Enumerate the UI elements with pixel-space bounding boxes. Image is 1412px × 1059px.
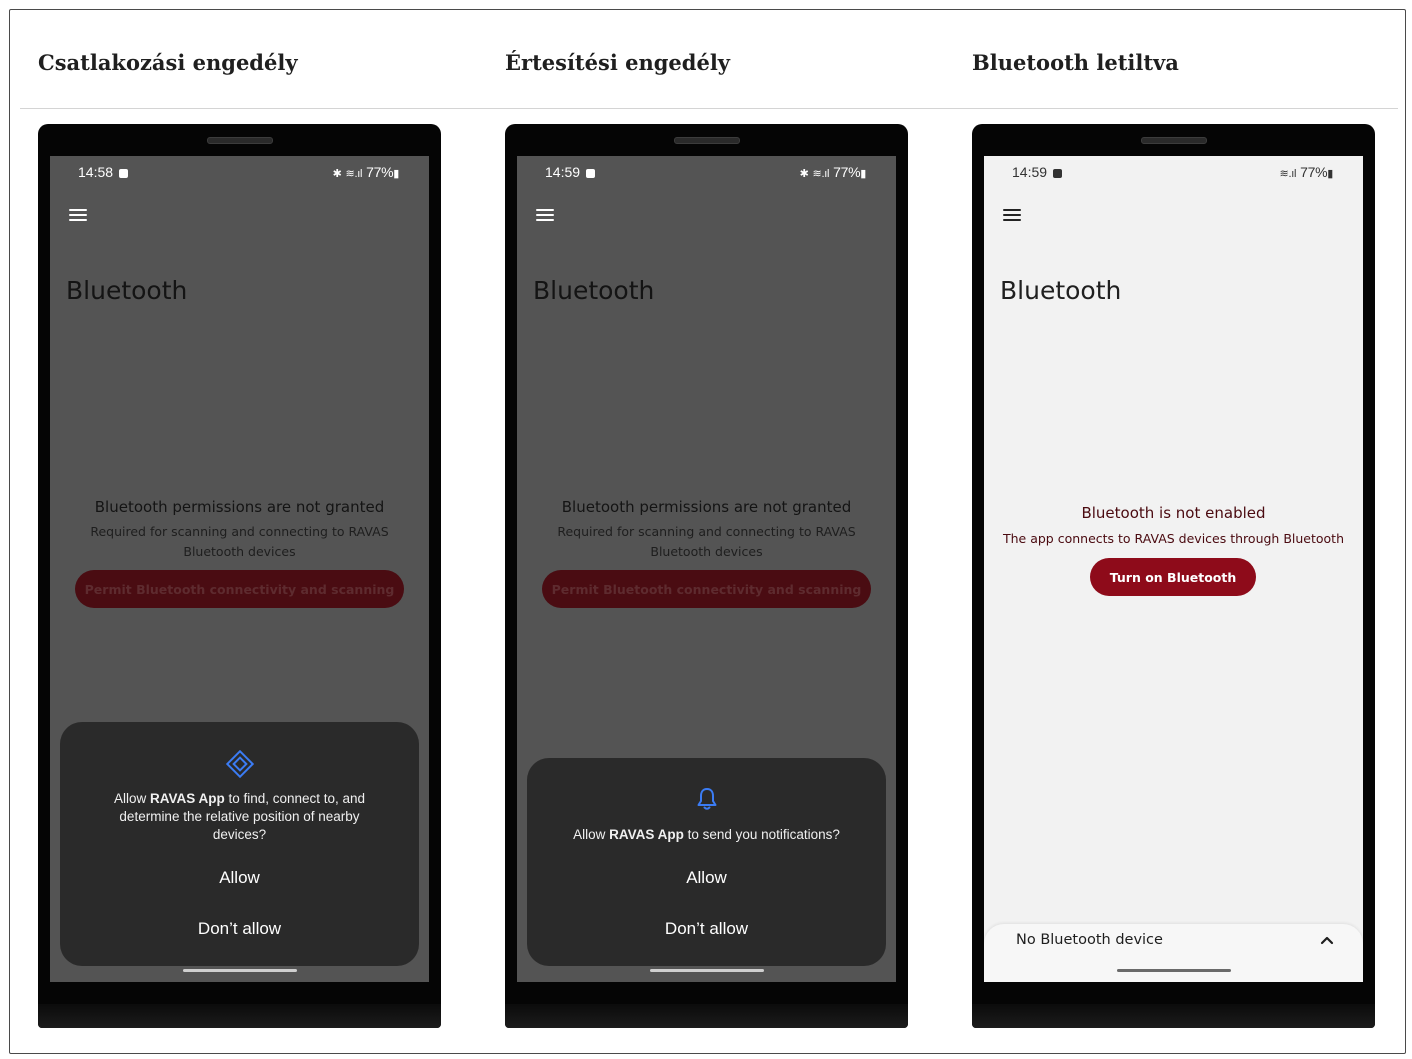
screen-title: Bluetooth (533, 276, 655, 305)
column-title-bluetooth-disabled: Bluetooth letiltva (972, 50, 1179, 75)
status-bar-time: 14:59 (1012, 164, 1063, 180)
gesture-nav-bar (1116, 969, 1231, 972)
dont-allow-button[interactable]: Don’t allow (547, 911, 866, 947)
message-title: Bluetooth permissions are not granted (94, 498, 385, 516)
bluetooth-icon: ✱ (332, 168, 342, 180)
nearby-devices-icon (225, 750, 254, 778)
notification-dialog: Allow RAVAS App to send you notification… (527, 758, 886, 966)
wifi-signal-icon: ≋.ıl (812, 168, 830, 180)
dialog-app-name: RAVAS App (149, 791, 225, 806)
permission-dialog: Allow RAVAS App to find, connect to, and… (60, 722, 419, 966)
phone-screen: 14:58 ✱ ≋.ıl 77%▮ Bluetooth Bluetooth perm… (50, 156, 429, 982)
device-bottom-sheet[interactable]: No Bluetooth device (984, 924, 1363, 982)
dialog-message: Allow RAVAS App to find, connect to, and… (113, 791, 366, 842)
dialog-app-name: RAVAS App (609, 827, 684, 842)
battery-icon: ▮ (860, 168, 866, 180)
status-bar-time: 14:59 (545, 164, 596, 180)
gesture-nav-bar (182, 969, 297, 972)
speaker-grille (673, 137, 740, 144)
dont-allow-button[interactable]: Don’t allow (80, 911, 399, 947)
gesture-nav-bar (649, 969, 764, 972)
message-title: Bluetooth permissions are not granted (561, 498, 852, 516)
permit-bluetooth-button[interactable]: Permit Bluetooth connectivity and scanni… (542, 570, 871, 608)
screen-title: Bluetooth (1000, 276, 1122, 305)
screen-title: Bluetooth (66, 276, 188, 305)
phone-bluetooth-disabled: 14:59 ≋.ıl 77%▮ Bluetooth Bluetooth is no… (972, 124, 1375, 1028)
message-subtitle: Required for scanning and connecting to … (557, 524, 856, 559)
status-bar-time: 14:58 (78, 164, 129, 180)
phone-notification-permission: 14:59 ✱ ≋.ıl 77%▮ Bluetooth Bluetooth perm… (505, 124, 908, 1028)
notification-icon (586, 169, 596, 178)
bell-icon (697, 788, 716, 810)
allow-button[interactable]: Allow (80, 860, 399, 896)
no-device-label: No Bluetooth device (1016, 932, 1163, 948)
message-subtitle: Required for scanning and connecting to … (90, 524, 389, 559)
hamburger-menu-icon[interactable] (1003, 209, 1021, 222)
phone-screen: 14:59 ✱ ≋.ıl 77%▮ Bluetooth Bluetooth perm… (517, 156, 896, 982)
phone-screen: 14:59 ≋.ıl 77%▮ Bluetooth Bluetooth is no… (984, 156, 1363, 982)
turn-on-bluetooth-button[interactable]: Turn on Bluetooth (1090, 558, 1256, 596)
battery-icon: ▮ (393, 168, 399, 180)
message-title: Bluetooth is not enabled (1081, 504, 1266, 522)
hamburger-menu-icon[interactable] (69, 209, 87, 222)
allow-button[interactable]: Allow (547, 860, 866, 896)
battery-icon: ▮ (1327, 168, 1333, 180)
status-bar-indicators: ≋.ıl 77%▮ (1279, 164, 1334, 180)
notification-icon (1053, 169, 1063, 178)
phone-chin (505, 1004, 908, 1028)
header-divider (20, 108, 1398, 109)
column-title-connect-permission: Csatlakozási engedély (38, 50, 298, 75)
speaker-grille (206, 137, 273, 144)
hamburger-menu-icon[interactable] (536, 209, 554, 222)
phone-connect-permission: 14:58 ✱ ≋.ıl 77%▮ Bluetooth Bluetooth perm… (38, 124, 441, 1028)
wifi-signal-icon: ≋.ıl (345, 168, 363, 180)
dialog-message: Allow RAVAS App to send you notification… (573, 827, 840, 842)
speaker-grille (1140, 137, 1207, 144)
phone-chin (38, 1004, 441, 1028)
notification-icon (119, 169, 129, 178)
wifi-signal-icon: ≋.ıl (1279, 168, 1297, 180)
message-subtitle: The app connects to RAVAS devices throug… (1002, 531, 1344, 546)
column-title-notification-permission: Értesítési engedély (505, 50, 731, 75)
chevron-up-icon[interactable] (1317, 930, 1337, 950)
bluetooth-icon: ✱ (799, 168, 809, 180)
phone-chin (972, 1004, 1375, 1028)
status-bar-indicators: ✱ ≋.ıl 77%▮ (332, 164, 400, 180)
permit-bluetooth-button[interactable]: Permit Bluetooth connectivity and scanni… (75, 570, 404, 608)
status-bar-indicators: ✱ ≋.ıl 77%▮ (799, 164, 867, 180)
